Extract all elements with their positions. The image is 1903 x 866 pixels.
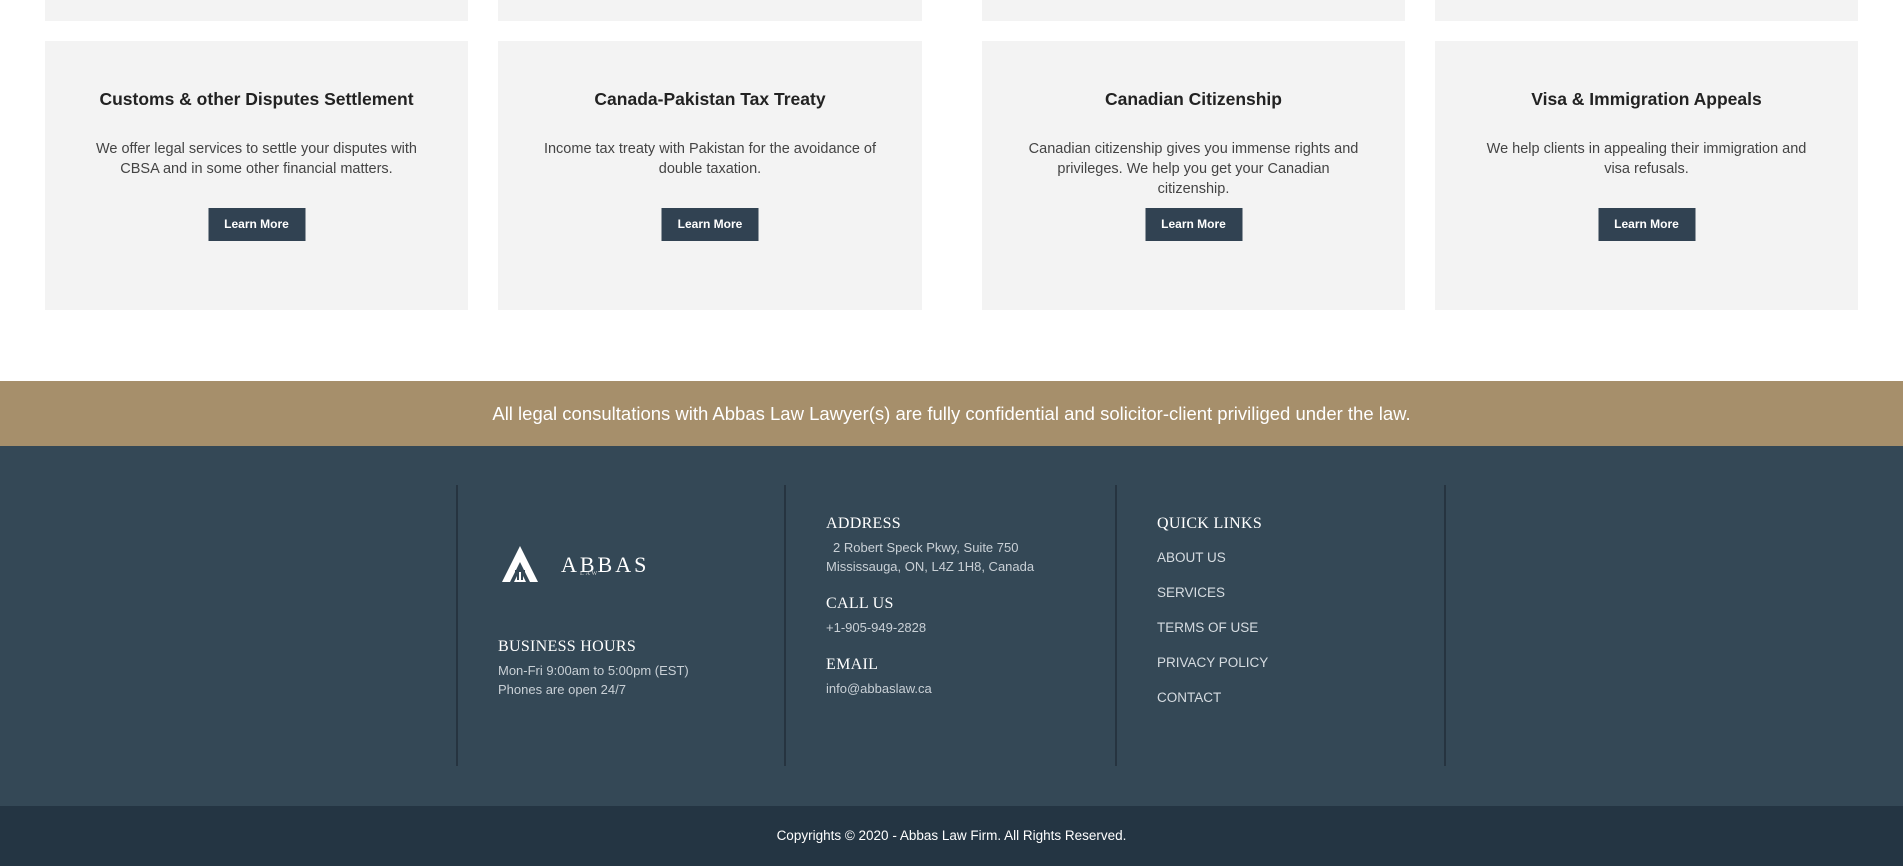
address-line: Mississauga, ON, L4Z 1H8, Canada [826, 559, 1035, 574]
logo-wordmark: ABBAS [561, 552, 650, 577]
learn-more-button[interactable]: Learn More [1598, 208, 1695, 241]
card-stub [45, 0, 468, 21]
previous-cards-row [0, 0, 1903, 22]
service-title: Canada-Pakistan Tax Treaty [594, 89, 826, 109]
quick-links-heading: QUICK LINKS [1157, 515, 1263, 532]
email-link[interactable]: info@abbaslaw.ca [826, 679, 932, 698]
card-stub [1435, 0, 1858, 21]
logo-subtitle: LAW [580, 571, 600, 577]
service-title: Visa & Immigration Appeals [1531, 89, 1762, 109]
service-card-customs: Customs & other Disputes Settlement We o… [45, 41, 468, 310]
quick-link-services[interactable]: SERVICES [1157, 585, 1225, 600]
service-title: Customs & other Disputes Settlement [99, 89, 414, 109]
site-footer: ABBAS LAW BUSINESS HOURS Mon-Fri 9:00am … [0, 446, 1903, 806]
service-description: Canadian citizenship gives you immense r… [1028, 141, 1359, 197]
copyright-bar: Copyrights © 2020 - Abbas Law Firm. All … [0, 806, 1903, 866]
card-stub [498, 0, 922, 21]
footer-divider [1444, 485, 1446, 766]
service-card-visa-appeals: Visa & Immigration Appeals We help clien… [1435, 41, 1858, 310]
learn-more-button[interactable]: Learn More [1145, 208, 1242, 241]
service-title: Canadian Citizenship [1105, 89, 1282, 109]
address-heading: ADDRESS [826, 515, 902, 532]
learn-more-button[interactable]: Learn More [661, 208, 759, 241]
phone-number[interactable]: +1-905-949-2828 [826, 618, 926, 637]
address-line: 2 Robert Speck Pkwy, Suite 750 [833, 540, 1019, 555]
service-card-citizenship: Canadian Citizenship Canadian citizenshi… [982, 41, 1405, 310]
quick-link-privacy-policy[interactable]: PRIVACY POLICY [1157, 655, 1268, 670]
quick-link-contact[interactable]: CONTACT [1157, 690, 1221, 705]
footer-divider [456, 485, 458, 766]
quick-link-about-us[interactable]: ABOUT US [1157, 550, 1226, 565]
service-description: Income tax treaty with Pakistan for the … [543, 141, 877, 177]
call-us-heading: CALL US [826, 595, 894, 612]
footer-divider [784, 485, 786, 766]
service-card-tax-treaty: Canada-Pakistan Tax Treaty Income tax tr… [498, 41, 922, 310]
business-hours-heading: BUSINESS HOURS [498, 638, 637, 655]
service-description: We help clients in appealing their immig… [1486, 141, 1807, 177]
business-hours-line: Phones are open 24/7 [498, 682, 626, 697]
quick-link-terms-of-use[interactable]: TERMS OF USE [1157, 620, 1258, 635]
card-stub [982, 0, 1405, 21]
business-hours-line: Mon-Fri 9:00am to 5:00pm (EST) [498, 663, 689, 678]
learn-more-button[interactable]: Learn More [208, 208, 305, 241]
confidentiality-banner: All legal consultations with Abbas Law L… [0, 381, 1903, 446]
service-description: We offer legal services to settle your d… [95, 141, 418, 177]
email-heading: EMAIL [826, 656, 879, 673]
footer-divider [1115, 485, 1117, 766]
